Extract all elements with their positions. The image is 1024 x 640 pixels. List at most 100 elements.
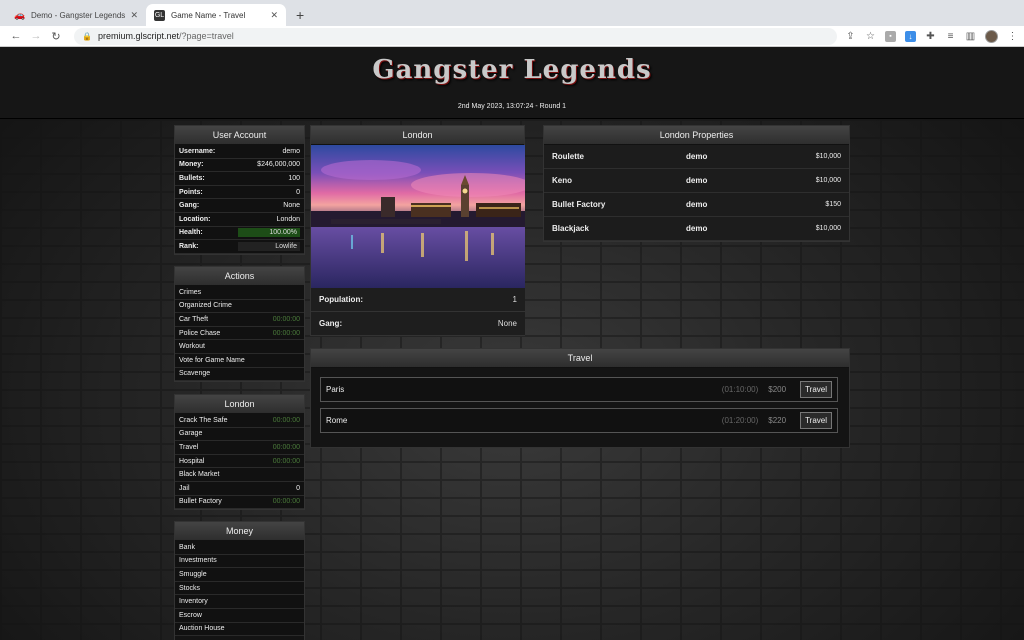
- destination-row-paris: Paris (01:10:00) $200 Travel: [320, 377, 838, 402]
- close-icon[interactable]: ✕: [130, 10, 138, 21]
- action-police-chase[interactable]: Police Chase 00:00:00: [175, 326, 304, 341]
- bullets-value: 100: [288, 174, 300, 182]
- travel-panel: Travel Paris (01:10:00) $200 Travel Rome…: [310, 348, 850, 448]
- browser-tab-travel[interactable]: GL Game Name - Travel ✕: [146, 4, 286, 26]
- destination-duration: (01:20:00): [721, 416, 759, 425]
- username-value: demo: [282, 147, 300, 155]
- share-icon[interactable]: ⇪: [845, 31, 856, 42]
- address-bar: ← → ↻ 🔒 premium.glscript.net/?page=trave…: [0, 26, 1024, 47]
- population-value: 1: [512, 295, 517, 304]
- city-image: [311, 145, 525, 288]
- city-hospital[interactable]: Hospital 00:00:00: [175, 454, 304, 469]
- rank-bar: Lowlife: [238, 241, 300, 251]
- panel-title: Actions: [175, 267, 304, 286]
- menu-dots-icon[interactable]: ⋮: [1007, 31, 1018, 42]
- reload-icon[interactable]: ↻: [46, 30, 66, 43]
- bookmark-star-icon[interactable]: ☆: [865, 31, 876, 42]
- city-jail[interactable]: Jail 0: [175, 481, 304, 496]
- url-input[interactable]: 🔒 premium.glscript.net/?page=travel: [74, 27, 837, 45]
- money-auction-house[interactable]: Auction House: [175, 622, 304, 637]
- bullets-label: Bullets:: [179, 174, 205, 182]
- destination-duration: (01:10:00): [721, 385, 759, 394]
- forward-icon[interactable]: →: [26, 30, 46, 42]
- gang-label: Gang:: [179, 202, 200, 210]
- money-escrow[interactable]: Escrow: [175, 608, 304, 623]
- london-skyline-image: [311, 145, 525, 288]
- city-bullet-factory[interactable]: Bullet Factory 00:00:00: [175, 495, 304, 510]
- money-panel: Money Bank Investments Smuggle Stocks In…: [174, 521, 305, 640]
- action-crimes[interactable]: Crimes: [175, 286, 304, 300]
- property-row[interactable]: Bullet Factory demo $150: [544, 193, 849, 217]
- action-organized-crime[interactable]: Organized Crime: [175, 299, 304, 314]
- action-vote[interactable]: Vote for Game Name: [175, 353, 304, 368]
- site-header: Gangster Legends 2nd May 2023, 13:07:24 …: [0, 47, 1024, 119]
- money-bank[interactable]: Bank: [175, 541, 304, 555]
- health-label: Health:: [179, 229, 203, 237]
- city-gang-value: None: [497, 319, 517, 328]
- toolbar-icons: ⇪ ☆ ▪ ↓ ✚ ≡ ▥ ⋮: [845, 29, 1018, 43]
- car-icon: 🚗: [14, 9, 26, 20]
- destination-price: $200: [768, 385, 787, 394]
- reading-list-icon[interactable]: ≡: [945, 31, 956, 42]
- money-stocks[interactable]: Stocks: [175, 581, 304, 596]
- url-host: premium.glscript.net: [97, 31, 179, 41]
- health-bar: 100.00%: [238, 228, 300, 238]
- points-label: Points:: [179, 188, 203, 196]
- extension-icon[interactable]: ▪: [885, 30, 896, 42]
- money-smuggle[interactable]: Smuggle: [175, 568, 304, 582]
- panel-title: User Account: [175, 126, 304, 145]
- city-black-market[interactable]: Black Market: [175, 468, 304, 482]
- browser-tab-bar: 🚗 Demo - Gangster Legends V2 ✕ GL Game N…: [0, 0, 1024, 26]
- destination-city: Paris: [326, 385, 345, 394]
- actions-panel: Actions Crimes Organized Crime Car Theft…: [174, 266, 305, 383]
- close-icon[interactable]: ✕: [270, 10, 278, 21]
- property-row[interactable]: Keno demo $10,000: [544, 169, 849, 193]
- action-workout[interactable]: Workout: [175, 340, 304, 354]
- points-value: 0: [296, 188, 300, 196]
- panel-title: London: [311, 126, 524, 145]
- money-value: $246,000,000: [257, 161, 300, 169]
- puzzle-icon[interactable]: ✚: [925, 31, 936, 42]
- travel-button[interactable]: Travel: [800, 412, 832, 429]
- city-garage[interactable]: Garage: [175, 427, 304, 442]
- properties-panel: London Properties Roulette demo $10,000 Ke…: [543, 125, 850, 242]
- download-extension-icon[interactable]: ↓: [905, 30, 916, 42]
- travel-button[interactable]: Travel: [800, 381, 832, 398]
- property-row[interactable]: Blackjack demo $10,000: [544, 217, 849, 241]
- new-tab-button[interactable]: +: [286, 4, 314, 26]
- money-label: Money:: [179, 161, 204, 169]
- city-travel[interactable]: Travel 00:00:00: [175, 441, 304, 455]
- browser-tab-demo[interactable]: 🚗 Demo - Gangster Legends V2 ✕: [6, 4, 146, 26]
- population-label: Population:: [319, 295, 363, 304]
- location-value: London: [276, 215, 300, 223]
- gang-value: None: [283, 202, 300, 210]
- destination-price: $220: [768, 416, 787, 425]
- panel-title: London Properties: [544, 126, 849, 145]
- url-path: /?page=travel: [179, 31, 234, 41]
- gl-icon: GL: [154, 9, 165, 21]
- action-car-theft[interactable]: Car Theft 00:00:00: [175, 313, 304, 327]
- back-icon[interactable]: ←: [6, 30, 26, 42]
- tab-title: Game Name - Travel: [171, 10, 246, 20]
- username-label: Username:: [179, 147, 216, 155]
- rank-label: Rank:: [179, 242, 199, 250]
- user-account-panel: User Account Username: demo Money: $246,00…: [174, 125, 305, 255]
- site-logo[interactable]: Gangster Legends: [0, 55, 1024, 85]
- destination-city: Rome: [326, 416, 348, 425]
- action-scavenge[interactable]: Scavenge: [175, 367, 304, 382]
- panel-title: Travel: [311, 349, 849, 368]
- city-crack-the-safe[interactable]: Crack The Safe 00:00:00: [175, 414, 304, 428]
- city-info-panel: London Population: 1 Gang: None: [310, 125, 525, 336]
- tab-title: Demo - Gangster Legends V2: [31, 10, 126, 20]
- destination-row-rome: Rome (01:20:00) $220 Travel: [320, 408, 838, 433]
- game-page: Gangster Legends 2nd May 2023, 13:07:24 …: [0, 47, 1024, 640]
- server-datetime: 2nd May 2023, 13:07:24 - Round 1: [457, 103, 567, 110]
- sidebar-icon[interactable]: ▥: [965, 31, 976, 42]
- lock-icon: 🔒: [82, 31, 92, 41]
- money-investments[interactable]: Investments: [175, 554, 304, 569]
- city-gang-label: Gang:: [319, 319, 343, 328]
- profile-avatar[interactable]: [985, 29, 998, 43]
- property-row[interactable]: Roulette demo $10,000: [544, 145, 849, 169]
- panel-title: Money: [175, 522, 304, 541]
- money-inventory[interactable]: Inventory: [175, 595, 304, 609]
